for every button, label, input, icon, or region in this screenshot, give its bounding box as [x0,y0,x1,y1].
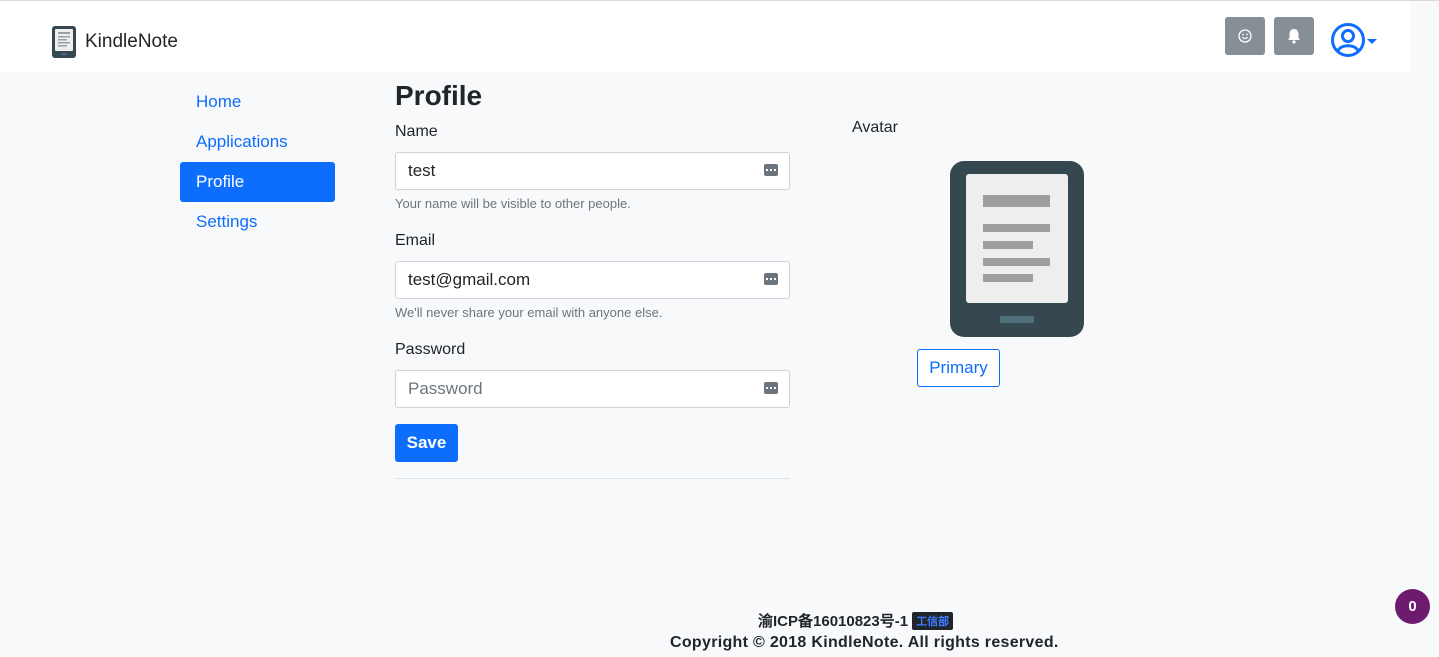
email-field-wrapper [395,261,790,299]
brand-link[interactable]: KindleNote [52,26,178,58]
form-divider [395,478,790,479]
sidebar-nav: Home Applications Profile Settings [180,82,335,242]
bell-icon [1288,29,1300,44]
emoji-button[interactable] [1225,17,1265,55]
password-manager-icon[interactable] [764,164,778,176]
avatar-label: Avatar [852,119,898,136]
password-manager-icon[interactable] [764,382,778,394]
counter-badge[interactable]: 0 [1395,589,1430,624]
copyright-text: Copyright © 2018 KindleNote. All rights … [670,634,1059,651]
password-label: Password [395,341,466,358]
user-menu-dropdown[interactable] [1331,23,1377,57]
kindle-logo-icon [52,26,76,58]
avatar-image-kindle-icon [950,161,1084,337]
sidebar-item-applications[interactable]: Applications [180,122,335,162]
smile-icon [1238,29,1252,43]
top-navbar: KindleNote [0,1,1410,72]
chevron-down-icon [1367,39,1377,44]
sidebar-item-profile[interactable]: Profile [180,162,335,202]
password-manager-icon[interactable] [764,273,778,285]
icp-record[interactable]: 渝ICP备16010823号-1 工信部 [758,610,954,631]
icp-badge: 工信部 [912,611,954,630]
user-avatar-icon [1331,23,1365,57]
icp-number: 渝ICP备16010823号-1 [758,613,909,630]
email-input[interactable] [396,262,789,298]
name-field-wrapper [395,152,790,190]
name-input[interactable] [396,153,789,189]
avatar-primary-button[interactable]: Primary [917,349,1000,387]
notifications-button[interactable] [1274,17,1314,55]
email-label: Email [395,232,436,249]
sidebar-item-home[interactable]: Home [180,82,335,122]
name-label: Name [395,123,438,140]
brand-name: KindleNote [85,31,178,52]
password-field-wrapper [395,370,790,408]
save-button[interactable]: Save [395,424,458,462]
password-input[interactable] [396,371,789,407]
email-help-text: We'll never share your email with anyone… [395,305,663,320]
page-title: Profile [395,80,483,111]
name-help-text: Your name will be visible to other peopl… [395,196,631,211]
sidebar-item-settings[interactable]: Settings [180,202,335,242]
